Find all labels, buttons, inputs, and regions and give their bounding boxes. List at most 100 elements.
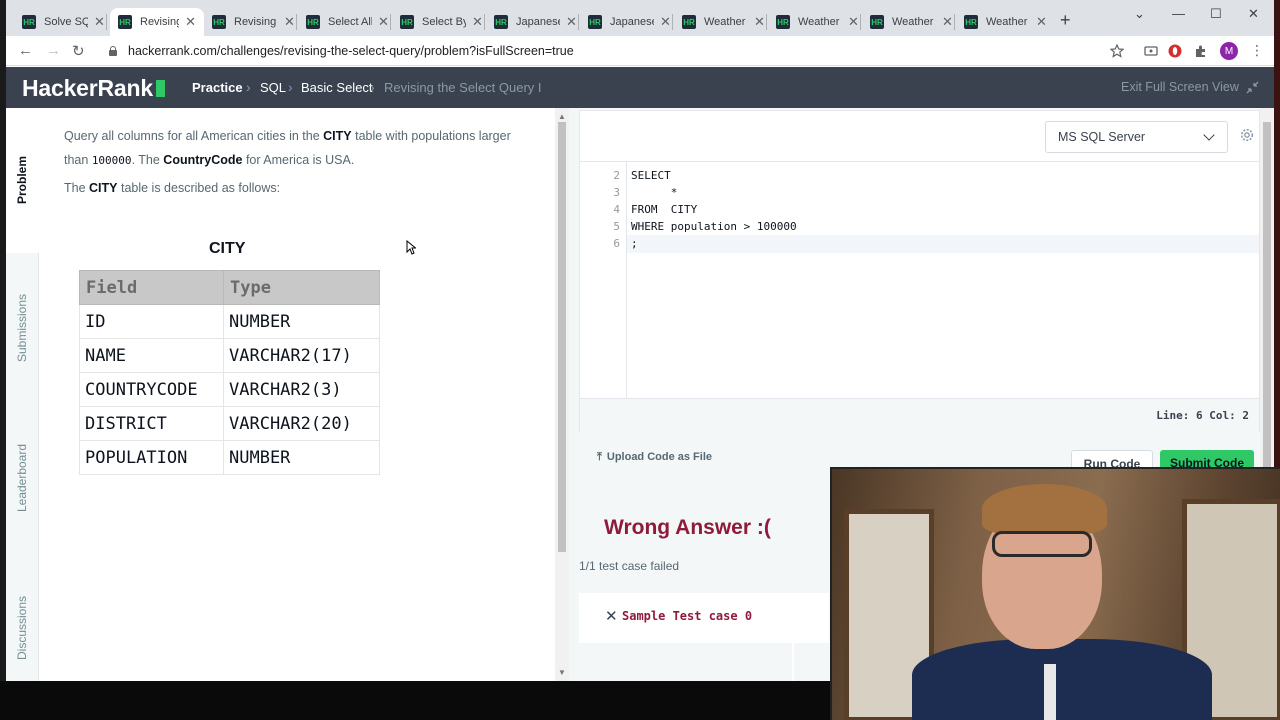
tab-title: Japanese: [516, 16, 560, 28]
problem-statement-panel: Query all columns for all American citie…: [39, 108, 555, 681]
table-row: COUNTRYCODE VARCHAR2(3): [79, 372, 380, 407]
close-tab-icon[interactable]: ✕: [378, 14, 389, 30]
browser-tab[interactable]: HR Weather ✕: [768, 8, 867, 36]
back-arrow-icon[interactable]: ←: [18, 42, 33, 59]
exit-fullscreen-link[interactable]: Exit Full Screen View: [1121, 80, 1239, 94]
chevron-right-icon: ›: [370, 79, 375, 95]
tab-discussions[interactable]: Discussions: [15, 596, 29, 660]
kebab-menu-icon[interactable]: ⋮: [1250, 42, 1264, 59]
tab-title: Revising: [140, 16, 180, 28]
scrollbar-thumb[interactable]: [558, 122, 566, 552]
close-tab-icon[interactable]: ✕: [185, 14, 196, 30]
logo-square-icon: [155, 80, 165, 97]
tab-separator: [390, 14, 391, 30]
language-select[interactable]: MS SQL Server: [1045, 121, 1228, 153]
text: . The: [131, 153, 164, 167]
selected-language: MS SQL Server: [1058, 130, 1146, 144]
current-line-highlight: [627, 235, 1259, 253]
code-line[interactable]: FROM CITY: [631, 203, 697, 216]
extensions-puzzle-icon[interactable]: [1194, 44, 1208, 58]
browser-tab[interactable]: HR Select By ✕: [392, 8, 491, 36]
country-code-value: USA: [325, 153, 351, 167]
tab-title: Weather: [798, 16, 840, 28]
browser-tab[interactable]: HR Solve SQL ✕: [14, 8, 113, 36]
address-bar[interactable]: hackerrank.com/challenges/revising-the-s…: [96, 39, 1148, 63]
close-tab-icon[interactable]: ✕: [660, 14, 671, 30]
tab-problem[interactable]: Problem: [15, 156, 29, 204]
collapse-arrows-icon[interactable]: [1246, 81, 1259, 94]
field-cell: POPULATION: [79, 440, 224, 475]
scroll-up-icon[interactable]: ▲: [558, 112, 566, 121]
hackerrank-favicon-icon: HR: [682, 15, 696, 29]
hackerrank-logo[interactable]: HackerRank: [22, 75, 165, 102]
browser-tab[interactable]: HR Select All ✕: [298, 8, 397, 36]
opera-extension-icon[interactable]: [1168, 44, 1182, 58]
panel-resize-divider[interactable]: [569, 108, 579, 681]
close-tab-icon[interactable]: ✕: [566, 14, 577, 30]
close-tab-icon[interactable]: ✕: [848, 14, 859, 30]
tab-separator: [106, 14, 107, 30]
lock-icon: [108, 46, 118, 56]
mouse-pointer-icon: [406, 240, 416, 255]
webcam-overlay: [830, 467, 1280, 720]
inline-code: 100000: [91, 154, 132, 167]
test-case-tab[interactable]: ✕ Sample Test case 0: [579, 593, 829, 643]
browser-tab[interactable]: HR Revising ✕: [204, 8, 303, 36]
browser-tab[interactable]: HR Weather ✕: [862, 8, 961, 36]
scroll-down-icon[interactable]: ▼: [558, 668, 566, 677]
field-cell: ID: [79, 304, 224, 339]
tab-submissions[interactable]: Submissions: [15, 294, 29, 362]
code-line[interactable]: *: [631, 186, 678, 199]
close-tab-icon[interactable]: ✕: [94, 14, 105, 30]
upload-label: Upload Code as File: [606, 451, 713, 463]
browser-tab[interactable]: HR Weather ✕: [956, 8, 1055, 36]
minimize-icon[interactable]: —: [1172, 6, 1185, 21]
upload-code-link[interactable]: ⤒ Upload Code as File: [597, 451, 712, 464]
breadcrumb-sql[interactable]: SQL: [260, 80, 286, 95]
browser-tab[interactable]: HR Weather ✕: [674, 8, 773, 36]
tab-title: Weather: [892, 16, 934, 28]
close-tab-icon[interactable]: ✕: [472, 14, 483, 30]
text: .: [350, 153, 355, 167]
editor-divider: [580, 161, 1261, 162]
tab-separator: [578, 14, 579, 30]
tab-search-chevron-icon[interactable]: ⌄: [1134, 6, 1145, 22]
breadcrumb-practice[interactable]: Practice: [192, 80, 243, 95]
table-name: CITY: [89, 181, 118, 195]
editor-box: MS SQL Server 2 3 4 5 6 SELECT * FROM CI…: [579, 110, 1261, 432]
browser-tab[interactable]: HR Japanese ✕: [580, 8, 679, 36]
code-line[interactable]: SELECT: [631, 169, 671, 182]
close-tab-icon[interactable]: ✕: [754, 14, 765, 30]
forward-arrow-icon[interactable]: →: [46, 42, 61, 59]
close-tab-icon[interactable]: ✕: [284, 14, 295, 30]
problem-scrollbar[interactable]: ▲ ▼: [555, 108, 569, 681]
bookmark-star-icon[interactable]: [1110, 44, 1124, 58]
line-number: 2: [613, 169, 620, 182]
browser-tab-active[interactable]: HR Revising ✕: [110, 8, 204, 36]
close-window-icon[interactable]: ✕: [1248, 6, 1259, 22]
code-line[interactable]: ;: [631, 237, 638, 250]
text: table with populations larger: [351, 129, 511, 143]
chevron-down-icon: [1203, 129, 1215, 141]
close-tab-icon[interactable]: ✕: [1036, 14, 1047, 30]
close-tab-icon[interactable]: ✕: [942, 14, 953, 30]
column-header: Field: [79, 270, 224, 305]
browser-toolbar: ← → ↻ hackerrank.com/challenges/revising…: [6, 36, 1274, 66]
tab-title: Solve SQL: [44, 16, 88, 28]
cast-icon[interactable]: [1144, 44, 1158, 58]
profile-avatar[interactable]: M: [1220, 42, 1238, 60]
breadcrumb-basic-select[interactable]: Basic Select: [301, 80, 373, 95]
tab-title: Select All: [328, 16, 372, 28]
browser-tab[interactable]: HR Japanese ✕: [486, 8, 585, 36]
tab-leaderboard[interactable]: Leaderboard: [15, 444, 29, 512]
tab-title: Weather: [986, 16, 1028, 28]
reload-icon[interactable]: ↻: [72, 42, 85, 60]
tab-title: Weather: [704, 16, 746, 28]
maximize-icon[interactable]: ☐: [1210, 6, 1222, 22]
gear-icon[interactable]: [1240, 128, 1254, 142]
problem-line-3: The CITY table is described as follows:: [64, 176, 280, 200]
new-tab-icon[interactable]: +: [1060, 10, 1071, 31]
cursor-position: Line: 6 Col: 2: [1156, 409, 1249, 422]
url-text: hackerrank.com/challenges/revising-the-s…: [128, 44, 574, 58]
code-line[interactable]: WHERE population > 100000: [631, 220, 797, 233]
